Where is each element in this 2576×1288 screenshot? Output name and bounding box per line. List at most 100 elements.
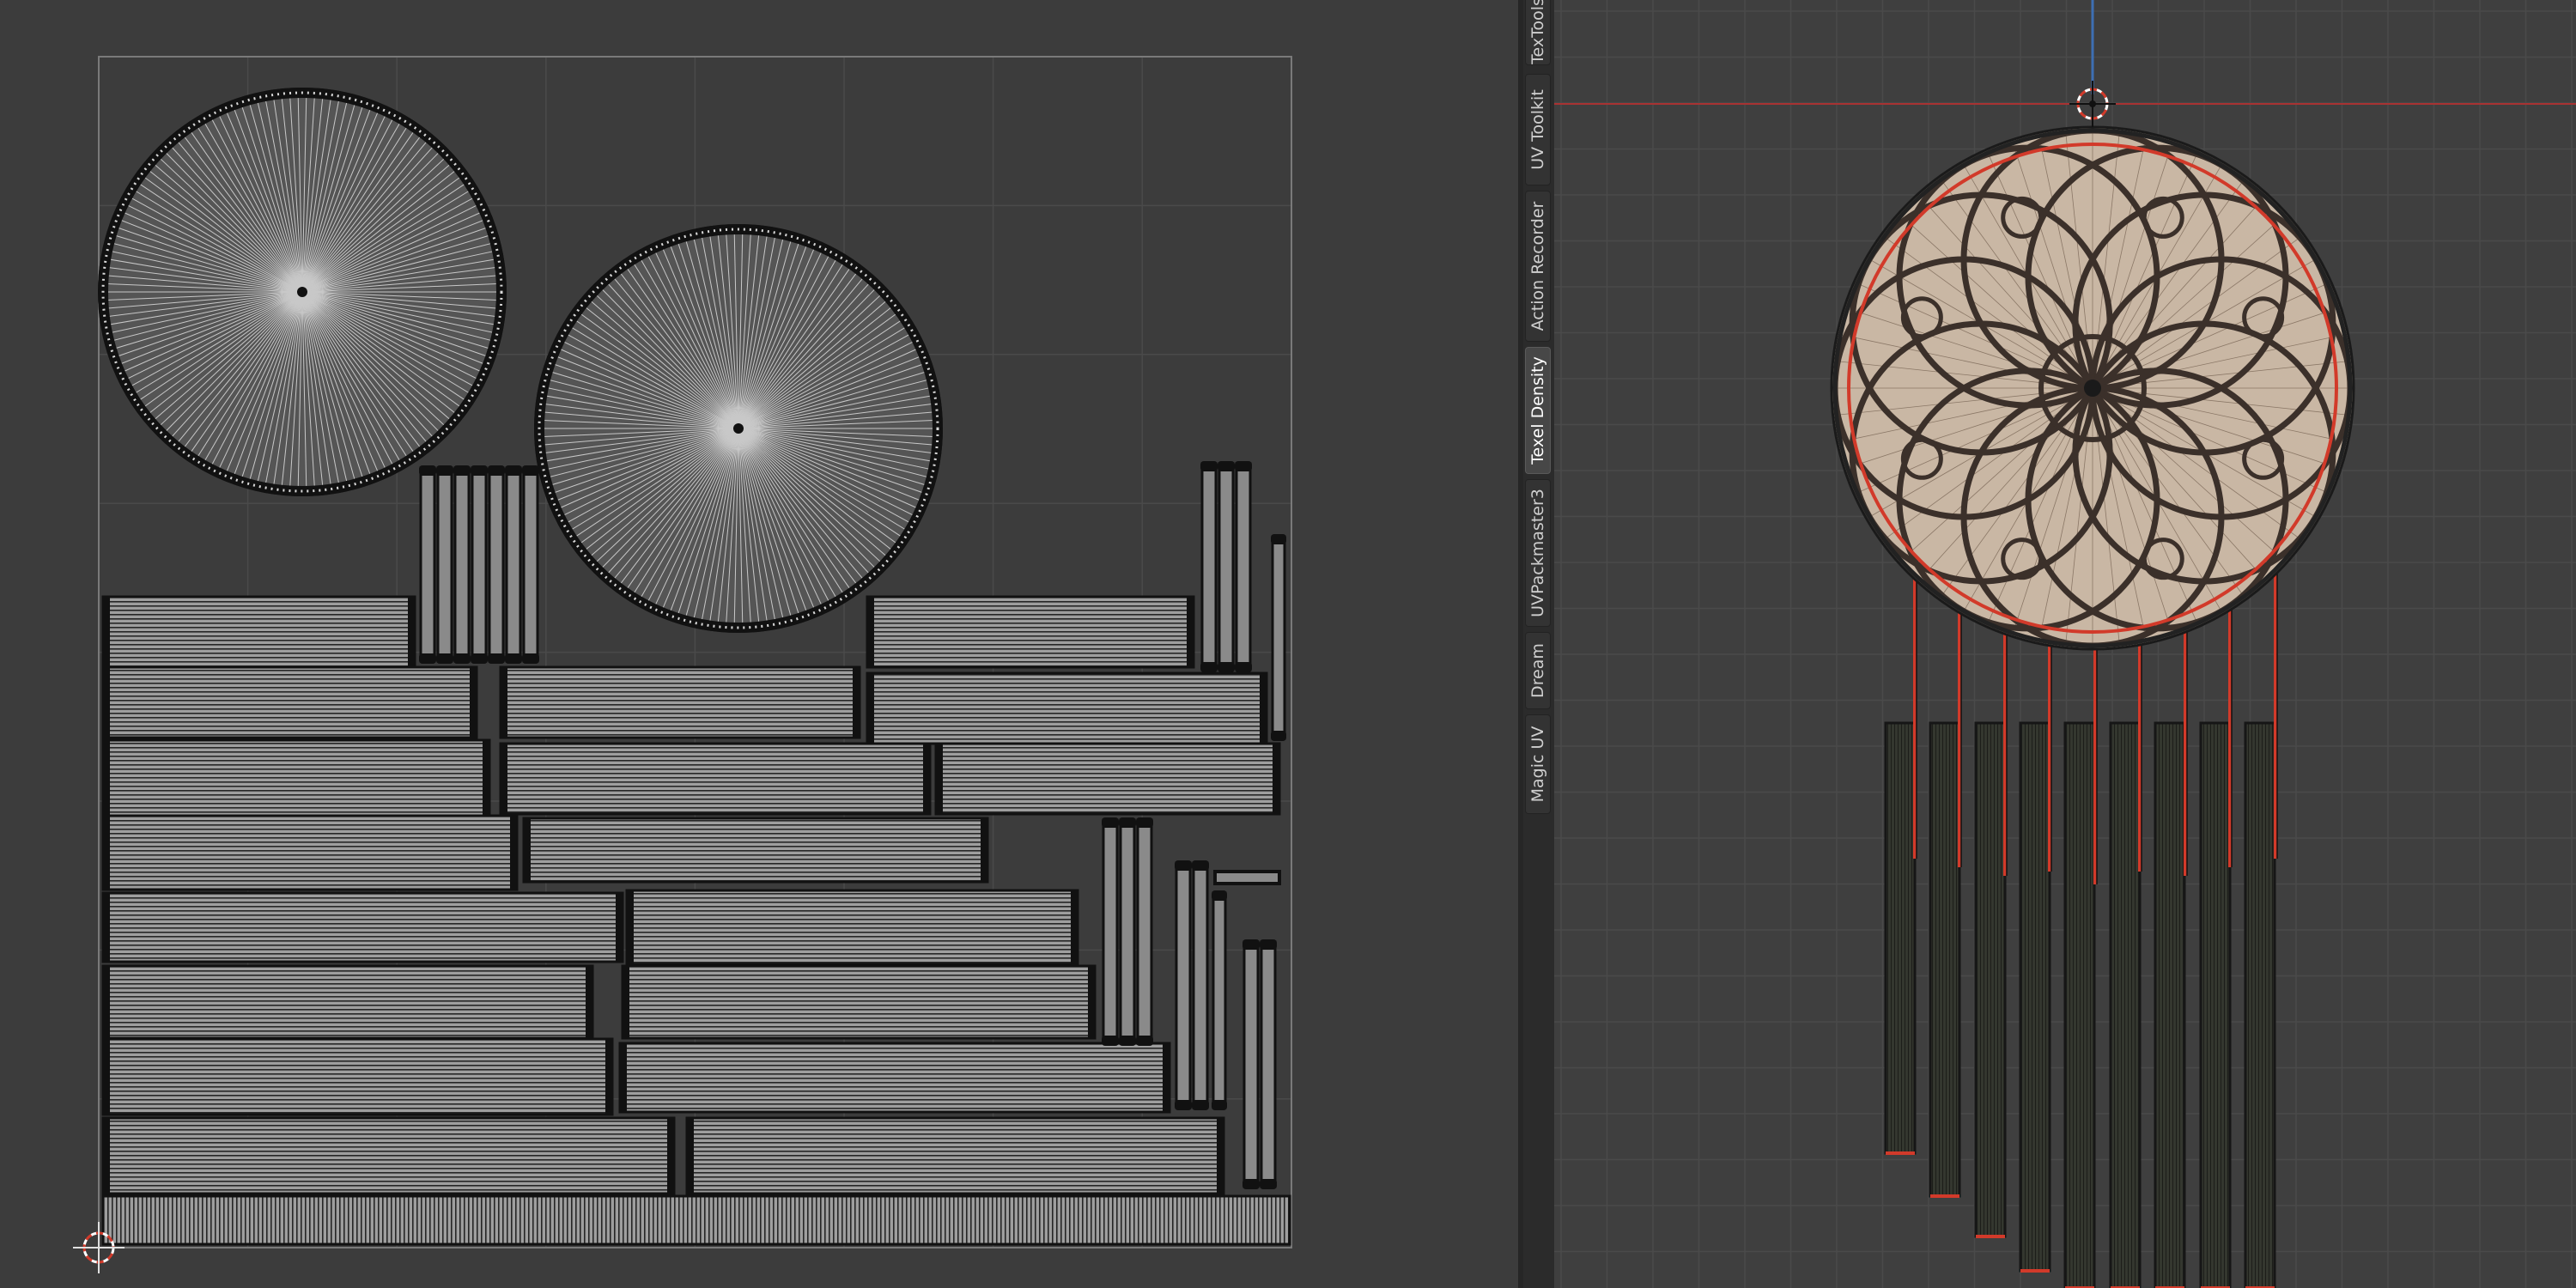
strip-seam — [853, 667, 860, 738]
uv-rod-island[interactable] — [1218, 461, 1235, 672]
uv-strip-island[interactable] — [101, 1037, 614, 1116]
chime-rods[interactable] — [1884, 721, 2276, 1288]
uv-rod-island[interactable] — [1175, 860, 1192, 1110]
rod-cap — [1175, 1100, 1192, 1110]
rod-body — [1102, 818, 1119, 1045]
viewport-canvas[interactable] — [1554, 0, 2576, 1288]
chime-rod[interactable] — [1929, 721, 1961, 1198]
chime-string[interactable] — [2093, 623, 2098, 884]
uv-editor[interactable] — [0, 0, 1518, 1288]
uv-rod-island[interactable] — [1200, 461, 1218, 672]
chime-string[interactable] — [2228, 580, 2233, 867]
tab-uvpackmaster3[interactable]: UVPackmaster3 — [1525, 479, 1551, 627]
uv-rod-island[interactable] — [1192, 860, 1209, 1110]
chime-string[interactable] — [2184, 601, 2188, 876]
chime-rod[interactable] — [1974, 721, 2007, 1238]
uv-disc-island[interactable] — [98, 88, 507, 496]
rod-cap — [1175, 860, 1192, 871]
chime-string[interactable] — [2048, 614, 2052, 872]
3d-cursor-icon[interactable] — [2069, 81, 2116, 127]
chime-string[interactable] — [1958, 580, 1962, 867]
chime-rod[interactable] — [2199, 721, 2232, 1288]
uv-rod-island[interactable] — [1235, 461, 1252, 672]
rod-cap — [488, 465, 505, 476]
strip-seam — [687, 1118, 694, 1194]
tab-dream[interactable]: Dream — [1525, 632, 1551, 709]
uv-rod-island[interactable] — [505, 465, 522, 664]
uv-rod-island[interactable] — [419, 465, 436, 664]
rod-body — [2109, 721, 2142, 1288]
uv-rod-island[interactable] — [1260, 939, 1277, 1189]
uv-strip-island[interactable] — [101, 738, 491, 817]
uv-rod-island[interactable] — [1119, 817, 1136, 1046]
rod-body — [1136, 818, 1153, 1045]
uv-strip-island[interactable] — [101, 665, 478, 739]
uv-strip-island[interactable] — [522, 817, 989, 884]
uv-rod-island[interactable] — [522, 465, 539, 664]
uv-strip-island[interactable] — [101, 814, 519, 891]
uv-rod-island[interactable] — [436, 465, 453, 664]
chime-rod[interactable] — [2154, 721, 2186, 1288]
tab-magic-uv[interactable]: Magic UV — [1525, 714, 1551, 814]
chime-string[interactable] — [2138, 614, 2142, 872]
uv-strip-island[interactable] — [101, 1116, 676, 1195]
uv-rod-island[interactable] — [1213, 870, 1281, 885]
uv-disc-island[interactable] — [534, 224, 943, 633]
rod-body — [1213, 870, 1281, 885]
tab-label: Magic UV — [1528, 726, 1547, 803]
rod-cap — [1136, 1036, 1153, 1046]
uv-strip-island[interactable] — [625, 889, 1079, 966]
uv-strip-island[interactable] — [101, 891, 624, 963]
uv-strip-island[interactable] — [101, 595, 416, 669]
chime-rod[interactable] — [2063, 721, 2096, 1288]
uv-rod-island[interactable] — [1212, 890, 1227, 1110]
tab-textools[interactable]: TexTools — [1525, 0, 1551, 65]
uv-rod-island[interactable] — [1242, 939, 1260, 1189]
chime-rod[interactable] — [2019, 721, 2051, 1273]
uv-rod-island[interactable] — [1136, 817, 1153, 1046]
uv-canvas[interactable] — [0, 0, 1518, 1288]
3d-viewport[interactable] — [1554, 0, 2576, 1288]
uv-strip-island[interactable] — [866, 671, 1268, 745]
chime-string[interactable] — [2274, 541, 2278, 859]
rod-cap — [1271, 534, 1286, 544]
sidebar-tab-bar: TexTools UV Toolkit Action Recorder Texe… — [1523, 0, 1554, 1288]
rod-cap — [1271, 731, 1286, 741]
uv-strip-island[interactable] — [621, 964, 1097, 1040]
rod-cap — [1218, 662, 1235, 672]
rod-cap — [1212, 890, 1227, 901]
strip-seam — [524, 818, 531, 882]
strip-seam — [103, 1039, 110, 1115]
uv-strip-island[interactable] — [866, 595, 1195, 669]
chime-string[interactable] — [2003, 601, 2008, 876]
uv-rod-island[interactable] — [488, 465, 505, 664]
uv-rod-island[interactable] — [1271, 534, 1286, 741]
uv-strip-island[interactable] — [499, 742, 932, 816]
tab-uv-toolkit[interactable]: UV Toolkit — [1525, 74, 1551, 185]
chime-disc[interactable] — [1830, 125, 2355, 651]
rod-body — [453, 466, 471, 663]
uv-strip-island[interactable] — [685, 1116, 1225, 1195]
rod-cap — [436, 653, 453, 664]
chime-rod[interactable] — [1884, 721, 1917, 1155]
chime-string[interactable] — [1913, 541, 1917, 859]
uv-strip-island[interactable] — [101, 964, 594, 1040]
uv-strip-island[interactable] — [499, 665, 861, 739]
tab-label: Action Recorder — [1528, 201, 1547, 331]
tab-texel-density[interactable]: Texel Density — [1525, 347, 1551, 474]
chime-rod[interactable] — [2244, 721, 2276, 1288]
strip-body — [101, 814, 519, 891]
disc-center — [297, 287, 307, 297]
strip-body — [685, 1116, 1225, 1195]
uv-rod-island[interactable] — [471, 465, 488, 664]
chime-rod[interactable] — [2109, 721, 2142, 1288]
strip-seam — [867, 673, 874, 744]
uv-strip-island[interactable] — [618, 1042, 1171, 1114]
uv-strip-island[interactable] — [934, 742, 1281, 816]
rod-cap — [471, 465, 488, 476]
tab-label: Texel Density — [1528, 356, 1547, 465]
uv-rod-island[interactable] — [1102, 817, 1119, 1046]
tab-action-recorder[interactable]: Action Recorder — [1525, 191, 1551, 342]
uv-strip-island[interactable] — [101, 1194, 1291, 1246]
uv-rod-island[interactable] — [453, 465, 471, 664]
